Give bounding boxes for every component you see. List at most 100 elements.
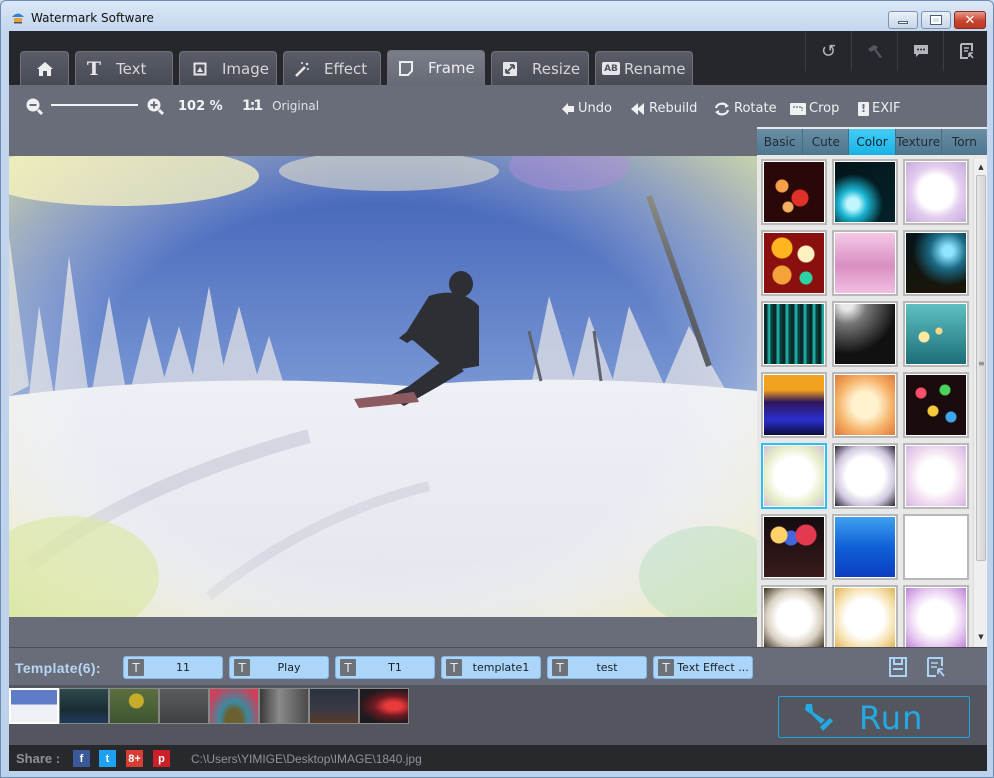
frame-preview-image <box>835 446 895 506</box>
template-name: 11 <box>176 661 190 674</box>
tools-button[interactable] <box>851 31 897 71</box>
minimize-button[interactable] <box>888 11 918 29</box>
frame-tile-blue-club-lights[interactable] <box>761 372 827 438</box>
frame-tile-teal-rays[interactable] <box>761 301 827 367</box>
undo-label: Undo <box>578 101 612 116</box>
crop-icon <box>790 102 806 115</box>
frame-tile-light-beams[interactable] <box>832 301 898 367</box>
frame-tile-red-bokeh[interactable] <box>761 159 827 225</box>
frame-tile-underwater-blue[interactable] <box>832 514 898 580</box>
twitter-share-button[interactable]: t <box>99 750 116 767</box>
zoom-in-button[interactable] <box>147 98 165 116</box>
tab-frame[interactable]: Frame <box>387 50 485 85</box>
frame-tile-gold-bokeh-glow[interactable] <box>761 585 827 651</box>
tab-effect[interactable]: Effect <box>283 51 381 85</box>
rebuild-icon <box>631 102 644 115</box>
filmstrip-thumbnail-night-rock[interactable] <box>59 688 109 724</box>
frame-tab-basic[interactable]: Basic <box>757 129 804 155</box>
crop-button[interactable]: Crop <box>790 101 839 116</box>
template-item[interactable]: T Text Effect ... <box>653 656 753 679</box>
photo-preview[interactable] <box>9 156 757 617</box>
frame-tile-teal-light-streaks[interactable] <box>903 230 969 296</box>
filmstrip-thumbnail-desert-night[interactable] <box>309 688 359 724</box>
tab-frame-label: Frame <box>428 59 475 77</box>
frame-preview-image <box>906 375 966 435</box>
frame-tile-lilac-glow[interactable] <box>903 443 969 509</box>
magic-wand-icon <box>294 61 310 77</box>
template-item[interactable]: Ttemplate1 <box>441 656 541 679</box>
frame-tile-colorful-bokeh[interactable] <box>761 230 827 296</box>
snowboard-photo <box>9 156 757 617</box>
zoom-slider[interactable] <box>51 104 138 106</box>
frame-tile-pastel-glow[interactable] <box>761 443 827 509</box>
filmstrip-thumbnail-red-light[interactable] <box>359 688 409 724</box>
facebook-share-button[interactable]: f <box>73 750 90 767</box>
save-icon <box>889 657 907 677</box>
frame-tile-golden-sparkle[interactable] <box>832 372 898 438</box>
frame-tile-purple-glow[interactable] <box>903 585 969 651</box>
tab-home[interactable] <box>20 51 69 85</box>
frame-preview-image <box>764 588 824 648</box>
frame-tile-cyan-sparks[interactable] <box>832 159 898 225</box>
rotate-label: Rotate <box>734 101 777 116</box>
undo-button[interactable]: Undo <box>561 101 612 116</box>
save-template-button[interactable] <box>889 657 909 677</box>
frame-preview-image <box>835 233 895 293</box>
frame-preview-image <box>835 162 895 222</box>
rotate-button[interactable]: Rotate <box>713 101 777 116</box>
scroll-up-arrow[interactable]: ▲ <box>974 161 987 173</box>
close-button[interactable]: ✕ <box>954 11 986 29</box>
filmstrip-thumbnail-snowboard[interactable] <box>9 688 59 724</box>
app-client: T Text Image Effect Frame Resize AB Rena… <box>9 31 987 771</box>
frame-preview-image <box>764 304 824 364</box>
frame-tile-white-vignette[interactable] <box>832 443 898 509</box>
frame-tab-color-label: Color <box>856 135 888 149</box>
frame-tile-warm-glow[interactable] <box>832 585 898 651</box>
frame-tab-texture[interactable]: Texture <box>896 129 942 155</box>
maximize-button[interactable] <box>921 11 951 29</box>
frame-tile-dark-party-bokeh[interactable] <box>903 372 969 438</box>
text-template-icon: T <box>340 659 356 676</box>
run-button[interactable]: Run <box>778 696 970 738</box>
tab-rename[interactable]: AB Rename <box>595 51 693 85</box>
frame-tile-gold-oval[interactable] <box>903 514 969 580</box>
scroll-down-arrow[interactable]: ▼ <box>974 631 987 643</box>
tab-resize[interactable]: Resize <box>491 51 589 85</box>
filmstrip-thumbnail-foggy-forest[interactable] <box>159 688 209 724</box>
frame-tile-pink-texture[interactable] <box>832 230 898 296</box>
tab-image-label: Image <box>222 59 269 78</box>
register-button[interactable] <box>943 31 987 71</box>
tab-resize-label: Resize <box>532 59 581 78</box>
home-icon <box>36 61 53 76</box>
google-plus-share-button[interactable]: 8+ <box>126 750 143 767</box>
template-item[interactable]: Ttest <box>547 656 647 679</box>
frame-tile-teal-rain-bokeh[interactable] <box>903 301 969 367</box>
filmstrip-thumbnail-leaf-branch[interactable] <box>109 688 159 724</box>
tab-rename-label: Rename <box>624 59 686 78</box>
frame-tab-torn[interactable]: Torn <box>942 129 987 155</box>
filmstrip-thumbnail-waterfall[interactable] <box>259 688 309 724</box>
frame-tile-lavender-frame[interactable] <box>903 159 969 225</box>
frame-scrollbar[interactable]: ▲ ≡ ▼ <box>973 159 987 647</box>
template-item[interactable]: T Play <box>229 656 329 679</box>
frame-tab-color[interactable]: Color <box>849 129 896 155</box>
tab-image[interactable]: Image <box>179 51 277 85</box>
tab-text[interactable]: T Text <box>75 51 173 85</box>
title-bar: Watermark Software ✕ <box>1 1 993 31</box>
rebuild-button[interactable]: Rebuild <box>630 101 697 116</box>
template-item[interactable]: T 11 <box>123 656 223 679</box>
frame-tab-cute[interactable]: Cute <box>803 129 850 155</box>
feedback-button[interactable] <box>897 31 943 71</box>
zoom-out-button[interactable] <box>26 98 44 116</box>
refresh-button[interactable]: ↺ <box>805 31 851 71</box>
manage-template-button[interactable] <box>927 657 947 677</box>
pinterest-share-button[interactable]: p <box>153 750 170 767</box>
template-item[interactable]: T T1 <box>335 656 435 679</box>
template-count-label: Template(6): <box>15 660 101 676</box>
original-size-button[interactable]: 1:1 Original <box>242 98 319 114</box>
original-size-label: Original <box>272 99 320 113</box>
exif-button[interactable]: ! EXIF <box>858 101 900 116</box>
frame-tile-night-bokeh[interactable] <box>761 514 827 580</box>
filmstrip-thumbnail-balloon[interactable] <box>209 688 259 724</box>
scroll-thumb[interactable]: ≡ <box>976 175 986 561</box>
